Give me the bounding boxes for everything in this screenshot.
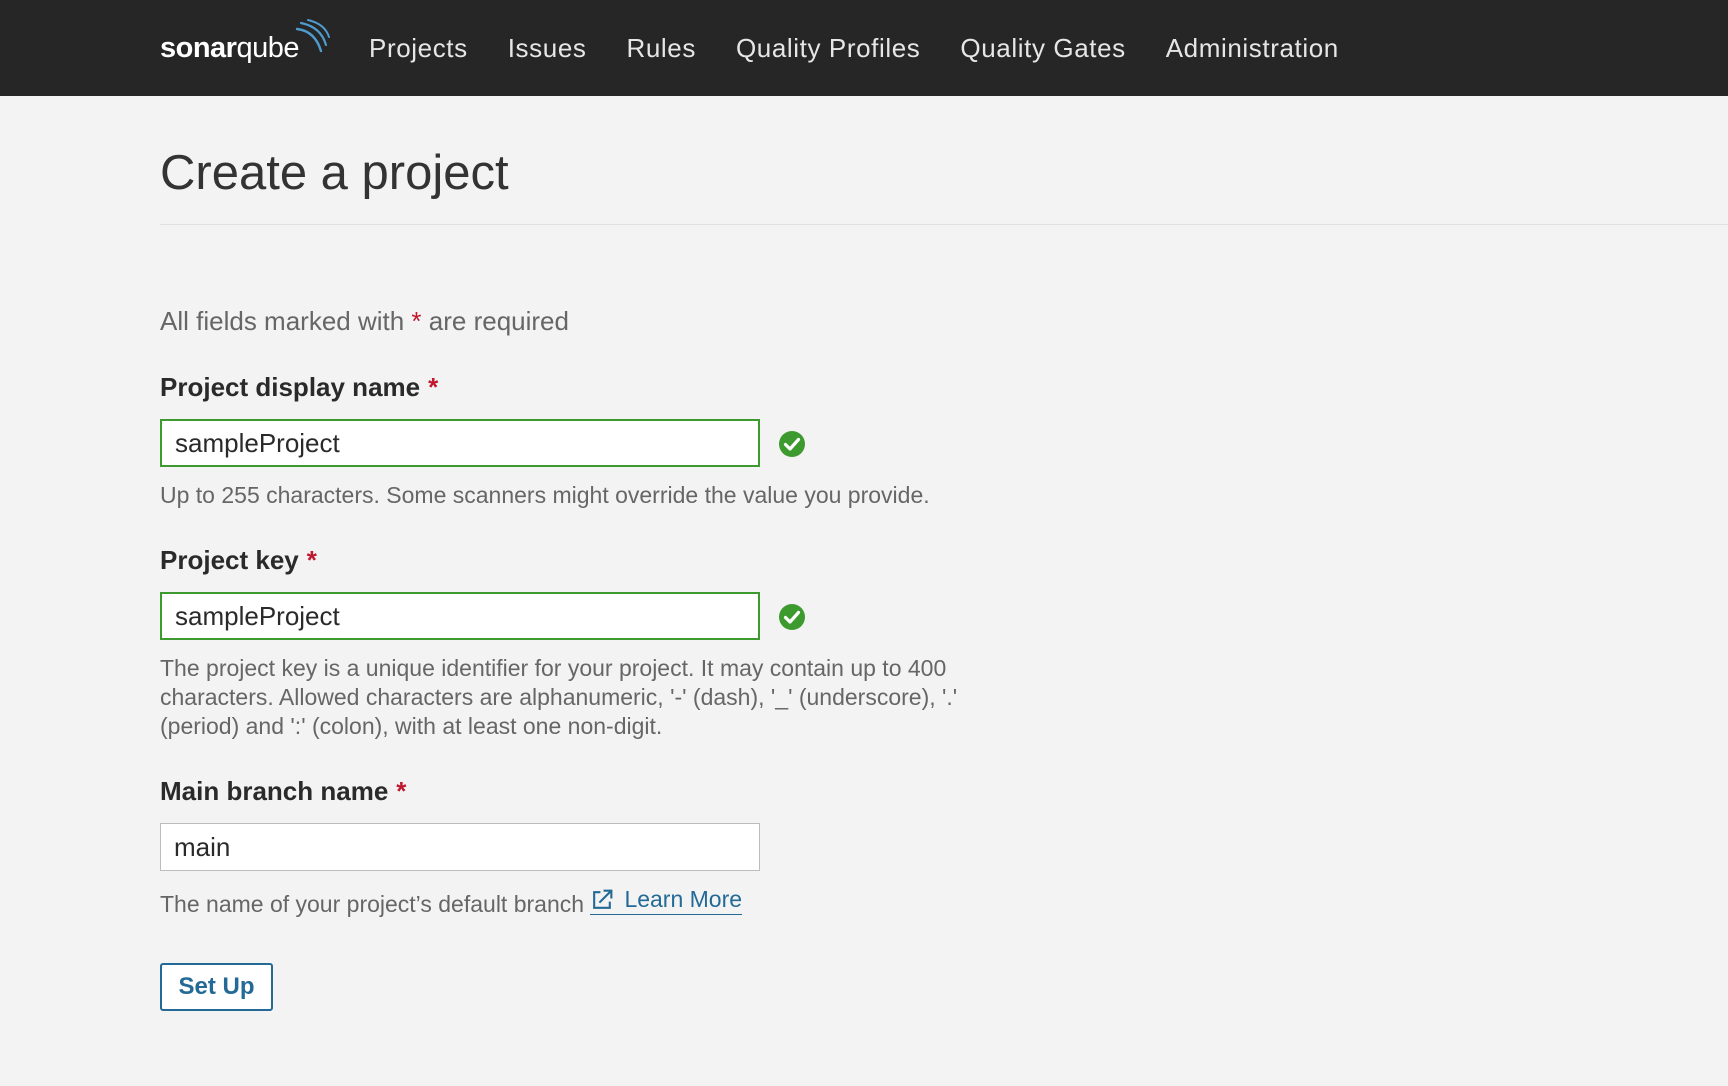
project-key-input-row [160, 592, 1728, 640]
nav-projects[interactable]: Projects [369, 33, 468, 64]
required-asterisk: * [428, 372, 439, 402]
nav-rules[interactable]: Rules [626, 33, 695, 64]
display-name-label: Project display name * [160, 371, 1728, 403]
display-name-label-text: Project display name [160, 372, 421, 402]
required-note-prefix: All fields marked with [160, 306, 412, 336]
main-content: Create a project All fields marked with … [0, 96, 1728, 1011]
main-branch-name-input[interactable] [160, 823, 760, 871]
required-note-suffix: are required [421, 306, 569, 336]
project-display-name-input[interactable] [160, 419, 760, 467]
external-link-icon [593, 889, 613, 909]
display-name-field: Project display name* Up to 255 characte… [160, 371, 1728, 510]
display-name-help: Up to 255 characters. Some scanners migh… [160, 482, 930, 508]
top-navigation-bar: sonarqube Projects Issues Rules Quality … [0, 0, 1728, 96]
learn-more-link[interactable]: Learn More [590, 885, 743, 915]
create-project-form: Project display name* Up to 255 characte… [160, 371, 1728, 1011]
project-key-field: Project key* The project key is a unique… [160, 544, 1728, 741]
sonarqube-logo[interactable]: sonarqube [160, 18, 331, 78]
page-title: Create a project [160, 146, 509, 200]
check-circle-icon [779, 431, 805, 457]
nav-quality-profiles[interactable]: Quality Profiles [736, 33, 920, 64]
main-branch-label: Main branch name * [160, 775, 1728, 807]
title-divider [160, 224, 1728, 225]
logo-wordmark: sonarqube [160, 31, 299, 64]
required-asterisk: * [411, 306, 422, 336]
display-name-input-row [160, 419, 1728, 467]
project-key-label-text: Project key [160, 545, 299, 575]
logo-waves-icon [295, 19, 330, 53]
learn-more-label: Learn More [624, 886, 743, 912]
check-circle-icon [779, 604, 805, 630]
project-key-label: Project key * [160, 544, 1728, 576]
nav-issues[interactable]: Issues [508, 33, 587, 64]
required-asterisk: * [306, 545, 317, 575]
nav-quality-gates[interactable]: Quality Gates [960, 33, 1125, 64]
main-branch-input-row [160, 823, 1728, 871]
set-up-button[interactable]: Set Up [160, 963, 273, 1011]
main-branch-field: Main branch name* The name of your proje… [160, 775, 1728, 919]
project-key-help: The project key is a unique identifier f… [160, 655, 958, 739]
main-branch-label-text: Main branch name [160, 776, 389, 806]
required-fields-note: All fields marked with * are required [160, 305, 1728, 337]
required-asterisk: * [396, 776, 407, 806]
project-key-input[interactable] [160, 592, 760, 640]
nav-administration[interactable]: Administration [1166, 33, 1339, 64]
main-branch-help-text: The name of your project’s default branc… [160, 891, 591, 917]
main-branch-help: The name of your project’s default branc… [160, 885, 960, 919]
